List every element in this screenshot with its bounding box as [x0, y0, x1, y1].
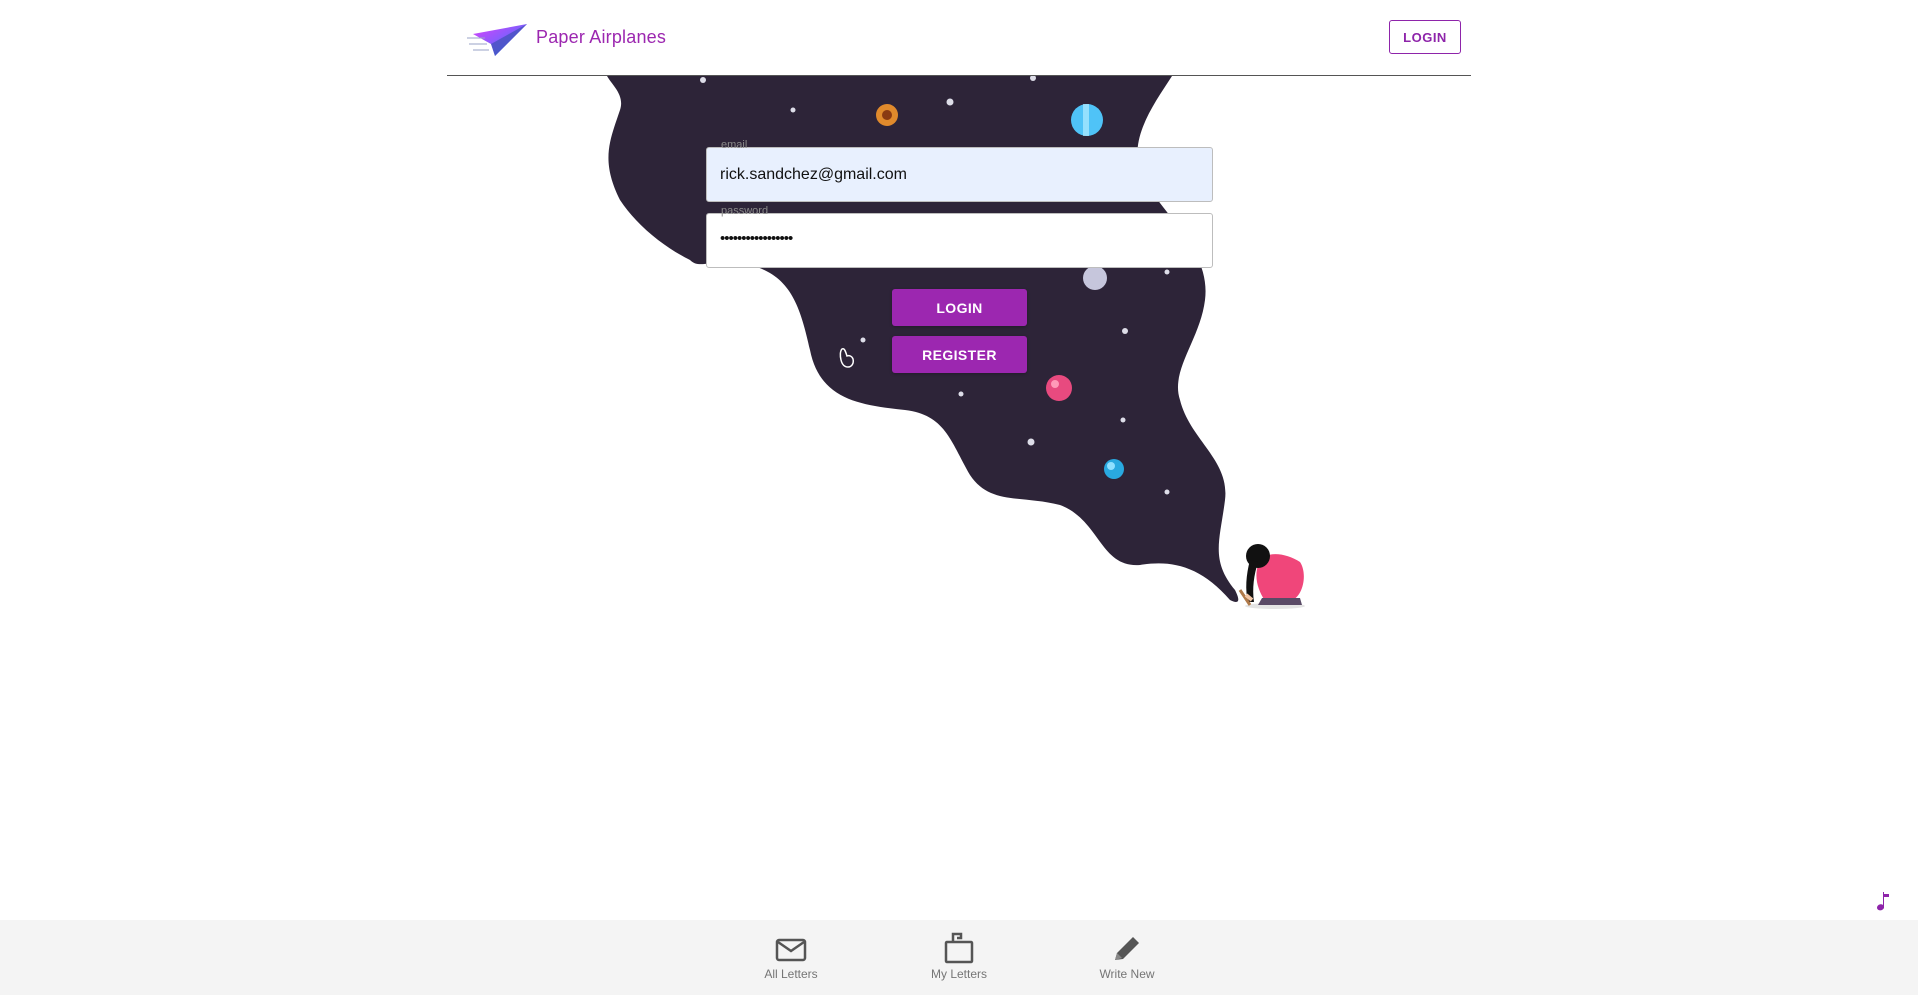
pencil-icon — [1115, 937, 1139, 960]
nav-write-new[interactable]: Write New — [1072, 920, 1182, 995]
nav-my-letters-label: My Letters — [930, 967, 987, 981]
hand-cursor-icon — [839, 348, 854, 368]
email-field[interactable]: email rick.sandchez@gmail.com — [706, 139, 1213, 202]
mailbox-icon — [944, 932, 974, 964]
envelope-icon — [775, 938, 807, 962]
password-label: password — [721, 205, 769, 217]
email-label: email — [721, 139, 748, 151]
paper-airplane-logo[interactable] — [465, 20, 527, 60]
bottom-navigation: All Letters My Letters Write New — [0, 920, 1918, 995]
email-input[interactable]: rick.sandchez@gmail.com — [720, 166, 1190, 184]
music-note-icon[interactable] — [1870, 890, 1892, 914]
register-button[interactable]: REGISTER — [892, 336, 1027, 373]
header-login-button[interactable]: LOGIN — [1389, 20, 1461, 54]
nav-write-new-label: Write New — [1099, 967, 1155, 981]
brand-name[interactable]: Paper Airplanes — [536, 27, 666, 48]
password-field[interactable]: password ••••••••••••••••• — [706, 205, 1213, 268]
login-button[interactable]: LOGIN — [892, 289, 1027, 326]
app-header: Paper Airplanes LOGIN — [447, 0, 1471, 76]
nav-all-letters[interactable]: All Letters — [736, 920, 846, 995]
nav-all-letters-label: All Letters — [764, 967, 818, 981]
password-input[interactable]: ••••••••••••••••• — [720, 230, 1190, 247]
nav-my-letters[interactable]: My Letters — [904, 920, 1014, 995]
